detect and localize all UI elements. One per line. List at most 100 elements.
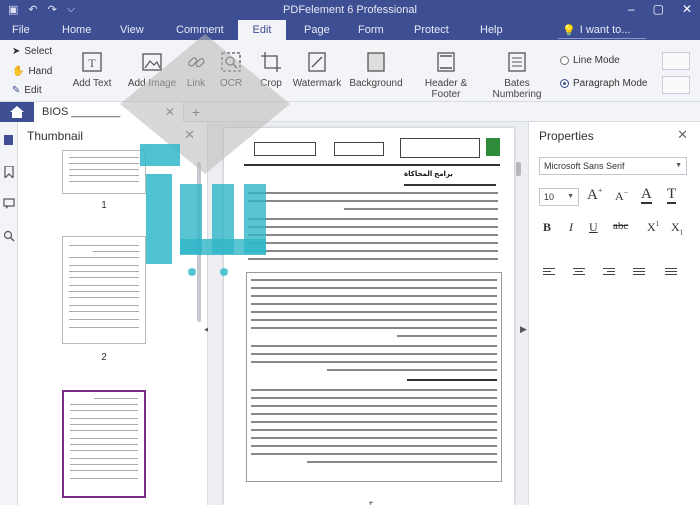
minimize-icon[interactable]: – [628, 2, 635, 16]
hand-tool[interactable]: ✋ Hand [12, 66, 52, 77]
tell-me-search[interactable]: 💡 I want to... [558, 22, 646, 39]
left-sidebar-strip [0, 122, 18, 505]
edit-pencil-icon: ✎ [12, 85, 21, 96]
comment-icon[interactable] [3, 198, 15, 210]
strikethrough-icon[interactable]: abc [613, 220, 628, 232]
home-tab[interactable] [0, 102, 34, 122]
link-label: Link [186, 78, 206, 89]
header-rule [244, 164, 500, 166]
crop-label: Crop [260, 78, 282, 89]
maximize-icon[interactable]: ▢ [653, 2, 664, 16]
align-options-bottom[interactable] [662, 76, 690, 94]
page-header-box [400, 138, 480, 158]
menu-view[interactable]: View [112, 20, 152, 40]
watermark-icon [305, 50, 329, 74]
chevron-down-icon: ▼ [675, 162, 682, 169]
thumbnail-panel-icon[interactable] [3, 134, 15, 146]
crop-icon [259, 50, 283, 74]
thumbnail-panel: Thumbnail ✕ 1 2 ◀ [18, 122, 211, 505]
search-icon[interactable] [3, 230, 15, 242]
select-tool[interactable]: ➤ Select [12, 46, 52, 57]
bookmark-icon[interactable] [3, 166, 15, 178]
watermark-button[interactable]: Watermark [290, 40, 344, 102]
menu-help[interactable]: Help [472, 20, 511, 40]
paragraph-mode-option[interactable]: Paragraph Mode [560, 78, 648, 89]
menu-form[interactable]: Form [350, 20, 392, 40]
add-image-button[interactable]: Add Image [127, 40, 177, 102]
underline-icon[interactable]: U [589, 220, 598, 235]
font-size-select[interactable]: 10 ▼ [539, 188, 579, 206]
watermark-label: Watermark [292, 78, 342, 89]
superscript-icon[interactable]: X1 [647, 220, 659, 235]
thumbnail-title: Thumbnail [27, 129, 84, 143]
menu-protect[interactable]: Protect [406, 20, 457, 40]
font-family-select[interactable]: Microsoft Sans Serif ▼ [539, 157, 687, 175]
page-logo [486, 138, 500, 156]
ocr-button[interactable]: OCR [216, 40, 246, 102]
close-thumbnail-icon[interactable]: ✕ [184, 127, 195, 143]
window-title: PDFelement 6 Professional [283, 4, 417, 16]
add-image-label: Add Image [127, 78, 177, 89]
svg-text:T: T [88, 56, 96, 70]
line-mode-radio[interactable] [560, 56, 569, 65]
add-text-button[interactable]: T Add Text [70, 40, 114, 102]
select-label: Select [24, 46, 53, 57]
close-icon[interactable]: ✕ [682, 2, 692, 16]
menu-file[interactable]: File [4, 20, 38, 40]
text-edit-box[interactable] [246, 272, 502, 482]
align-center-icon[interactable] [573, 268, 585, 278]
properties-title: Properties [539, 129, 594, 143]
page-header-box [254, 142, 316, 156]
menu-page[interactable]: Page [296, 20, 338, 40]
align-options-top[interactable] [662, 52, 690, 70]
bates-numbering-button[interactable]: Bates Numbering [490, 40, 544, 102]
document-page[interactable]: برامج المحاكاة ٣ [224, 128, 514, 505]
document-canvas[interactable]: برامج المحاكاة ٣ ▶ [208, 122, 528, 505]
line-mode-option[interactable]: Line Mode [560, 55, 620, 66]
paragraph-mode-label: Paragraph Mode [573, 78, 648, 89]
doc-tab-label: BIOS ________ [42, 106, 121, 118]
line-spacing-icon[interactable] [665, 268, 685, 278]
thumbnail-page-3[interactable] [62, 390, 146, 498]
background-label: Background [349, 78, 403, 89]
font-color-icon[interactable]: A [641, 186, 652, 204]
edit-tool[interactable]: ✎ Edit [12, 85, 42, 96]
add-tab-icon[interactable]: + [192, 102, 200, 122]
add-text-label: Add Text [72, 78, 112, 89]
align-left-icon[interactable] [543, 268, 555, 278]
crop-button[interactable]: Crop [256, 40, 286, 102]
thumbnail-page-2[interactable] [62, 236, 146, 344]
close-tab-icon[interactable]: ✕ [165, 102, 175, 122]
lightbulb-icon: 💡 [562, 24, 576, 37]
background-button[interactable]: Background [348, 40, 404, 102]
menu-home[interactable]: Home [54, 20, 99, 40]
thumbnail-number-2: 2 [101, 352, 107, 363]
italic-icon[interactable]: I [569, 220, 573, 235]
home-icon [10, 106, 24, 118]
menu-comment[interactable]: Comment [168, 20, 232, 40]
justify-icon[interactable] [633, 268, 645, 278]
decrease-font-icon[interactable]: A− [615, 188, 628, 204]
doc-tab[interactable]: BIOS ________ ✕ [34, 102, 184, 122]
text-highlight-icon[interactable]: T [667, 186, 677, 204]
document-scrollbar[interactable] [516, 162, 521, 176]
properties-panel: Properties ✕ Microsoft Sans Serif ▼ 10 ▼… [528, 122, 700, 505]
increase-font-icon[interactable]: A+ [587, 186, 602, 204]
window-controls: – ▢ ✕ [628, 2, 692, 16]
menu-edit[interactable]: Edit [238, 20, 286, 40]
subscript-icon[interactable]: X1 [671, 220, 683, 236]
collapse-right-panel-icon[interactable]: ▶ [520, 324, 527, 335]
thumbnail-scrollbar[interactable] [197, 162, 201, 322]
image-icon [140, 50, 164, 74]
hand-icon: ✋ [12, 66, 25, 77]
close-properties-icon[interactable]: ✕ [677, 127, 688, 143]
link-button[interactable]: Link [181, 40, 211, 102]
bold-icon[interactable]: B [543, 220, 551, 235]
chevron-down-icon: ▼ [567, 193, 574, 200]
paragraph-mode-radio[interactable] [560, 79, 569, 88]
header-footer-button[interactable]: Header & Footer [410, 40, 482, 102]
thumbnail-page-1[interactable] [62, 150, 146, 194]
edit-label: Edit [24, 85, 42, 96]
align-right-icon[interactable] [603, 268, 615, 278]
document-tab-bar: BIOS ________ ✕ + [0, 102, 700, 122]
